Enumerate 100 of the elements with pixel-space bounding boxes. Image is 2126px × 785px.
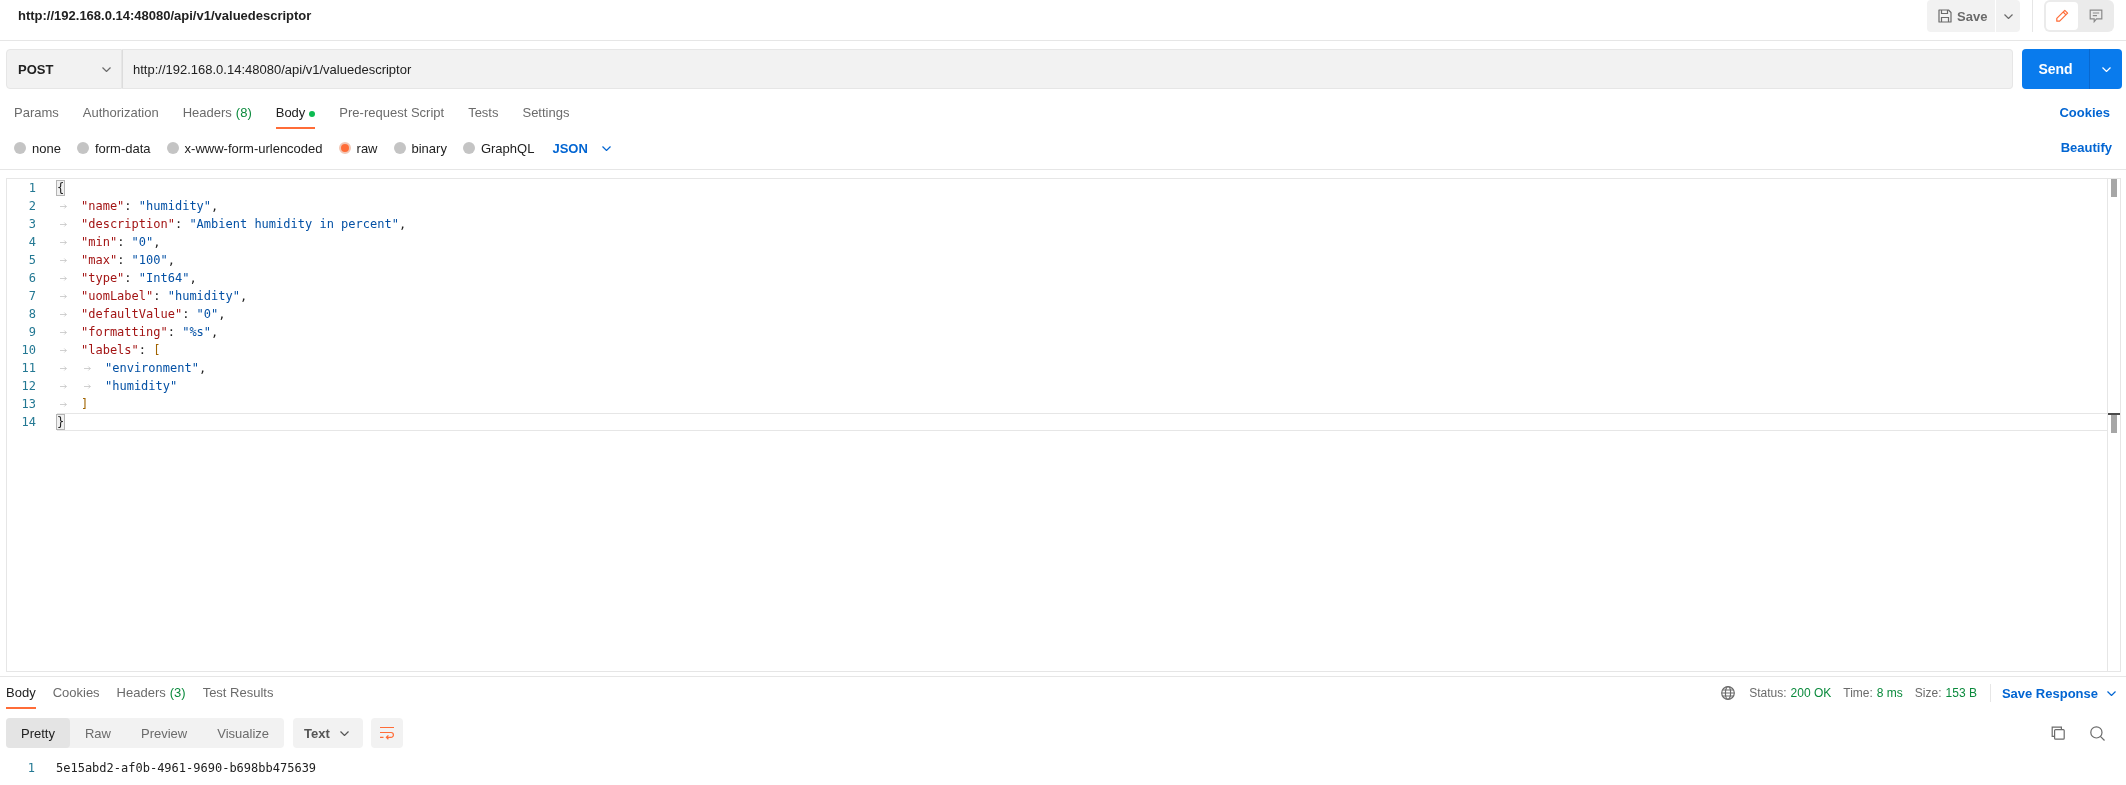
tab-marker-icon — [60, 383, 67, 389]
code-line: "type": "Int64", — [81, 270, 197, 286]
line-number: 4 — [27, 234, 37, 251]
code-line: "min": "0", — [81, 234, 161, 250]
radio-button[interactable] — [338, 142, 351, 154]
comment-icon — [2089, 9, 2103, 23]
code-line: "humidity" — [105, 378, 178, 394]
metric-value: 8 ms — [1876, 686, 1903, 700]
tab-marker-icon — [60, 365, 67, 371]
code-line: "max": "100", — [81, 252, 175, 268]
line-number: 9 — [27, 324, 37, 341]
request-tab[interactable]: Pre-request Script — [339, 101, 445, 129]
caret-icon — [2101, 66, 2111, 72]
caret-icon — [601, 145, 611, 151]
radio-button[interactable] — [14, 142, 26, 154]
response-tab[interactable]: Test Results — [202, 677, 274, 709]
send-button[interactable]: Send — [2022, 49, 2089, 89]
code-line: "description": "Ambient humidity in percent", — [81, 216, 407, 232]
request-tab[interactable]: Tests — [468, 101, 499, 129]
request-tab[interactable]: Authorization — [82, 101, 159, 129]
request-tab[interactable]: Headers (8) — [182, 101, 252, 129]
tab-marker-icon — [60, 329, 67, 335]
code-line: "formatting": "%s", — [81, 324, 219, 340]
beautify-link[interactable]: Beautify — [2060, 140, 2112, 156]
code-line: "name": "humidity", — [81, 198, 219, 214]
tab-marker-icon — [60, 257, 67, 263]
bracket-match-marker — [2111, 415, 2117, 433]
code-line: "environment", — [105, 360, 207, 376]
radio-label[interactable]: form-data — [94, 140, 151, 156]
radio-button[interactable] — [166, 142, 179, 154]
caret-icon — [2003, 13, 2013, 19]
line-number: 10 — [20, 342, 37, 359]
metric-value: 153 B — [1945, 686, 1977, 700]
caret-icon — [2107, 690, 2116, 696]
caret-icon — [340, 730, 350, 736]
language-dropdown[interactable]: JSON — [552, 140, 611, 156]
line-number: 14 — [20, 414, 37, 431]
method-dropdown[interactable]: POST — [6, 49, 122, 89]
save-icon — [1938, 9, 1952, 23]
url-field[interactable]: http://192.168.0.14:48080/api/v1/valuedescriptor — [122, 49, 2013, 89]
metric-label: Status: — [1749, 686, 1787, 700]
code-line: "labels": [ — [81, 342, 161, 358]
save-response-button[interactable]: Save Response — [2001, 685, 2116, 701]
pencil-icon — [2055, 9, 2069, 23]
tab-marker-icon — [60, 311, 67, 317]
line-number: 8 — [27, 306, 37, 323]
view-tab[interactable]: Preview — [126, 718, 203, 748]
response-tab[interactable]: Headers (3) — [116, 677, 186, 709]
view-tab[interactable]: Visualize — [202, 718, 285, 748]
line-number: 12 — [20, 378, 37, 395]
save-button[interactable]: Save — [1927, 0, 1995, 32]
send-options-button[interactable] — [2089, 49, 2122, 89]
cookies-link[interactable]: Cookies — [2059, 105, 2110, 121]
radio-button[interactable] — [462, 142, 475, 154]
line-number: 11 — [20, 360, 37, 377]
radio-button[interactable] — [393, 142, 406, 154]
globe-icon[interactable] — [1721, 686, 1736, 700]
metric-label: Size: — [1914, 686, 1942, 700]
edit-mode-button[interactable] — [2046, 2, 2078, 30]
radio-label[interactable]: binary — [411, 140, 447, 156]
line-number: 2 — [27, 198, 37, 215]
save-options-button[interactable] — [1996, 0, 2020, 32]
view-tab[interactable]: Raw — [69, 718, 126, 748]
caret-icon — [102, 66, 111, 72]
radio-label[interactable]: raw — [356, 140, 378, 156]
request-tab[interactable]: Settings — [522, 101, 570, 129]
search-icon[interactable] — [2090, 725, 2105, 741]
line-number: 5 — [27, 252, 37, 269]
metric-label: Time: — [1843, 686, 1873, 700]
code-line: "uomLabel": "humidity", — [81, 288, 248, 304]
cursor-position-marker — [2108, 413, 2120, 415]
wrap-lines-icon — [379, 726, 396, 740]
metric-value: 200 OK — [1790, 686, 1832, 700]
response-text: 5e15abd2-af0b-4961-9690-b698bb475639 — [56, 760, 317, 777]
line-number: 1 — [26, 760, 36, 777]
radio-label[interactable]: x-www-form-urlencoded — [184, 140, 323, 156]
radio-label[interactable]: GraphQL — [480, 140, 535, 156]
format-dropdown[interactable]: Text — [293, 718, 364, 748]
line-number: 6 — [27, 270, 37, 287]
copy-icon[interactable] — [2051, 726, 2065, 740]
tab-marker-icon — [60, 275, 67, 281]
request-tab[interactable]: Body — [275, 101, 316, 129]
tab-marker-icon — [60, 401, 67, 407]
radio-label[interactable]: none — [32, 140, 61, 156]
response-tab[interactable]: Cookies — [52, 677, 100, 709]
line-number: 13 — [20, 396, 37, 413]
tab-marker-icon — [84, 365, 91, 371]
wrap-lines-button[interactable] — [371, 718, 404, 748]
tab-marker-icon — [60, 347, 67, 353]
view-tab[interactable]: Pretty — [6, 718, 70, 748]
request-title: http://192.168.0.14:48080/api/v1/valuedescriptor — [18, 7, 313, 25]
response-tab[interactable]: Body — [6, 677, 36, 709]
tab-marker-icon — [60, 203, 67, 209]
tab-marker-icon — [60, 239, 67, 245]
tab-marker-icon — [60, 221, 67, 227]
request-tab[interactable]: Params — [14, 101, 59, 129]
line-number: 1 — [27, 180, 37, 197]
radio-button[interactable] — [76, 142, 89, 154]
tab-marker-icon — [60, 293, 67, 299]
code-line: ] — [81, 396, 89, 412]
